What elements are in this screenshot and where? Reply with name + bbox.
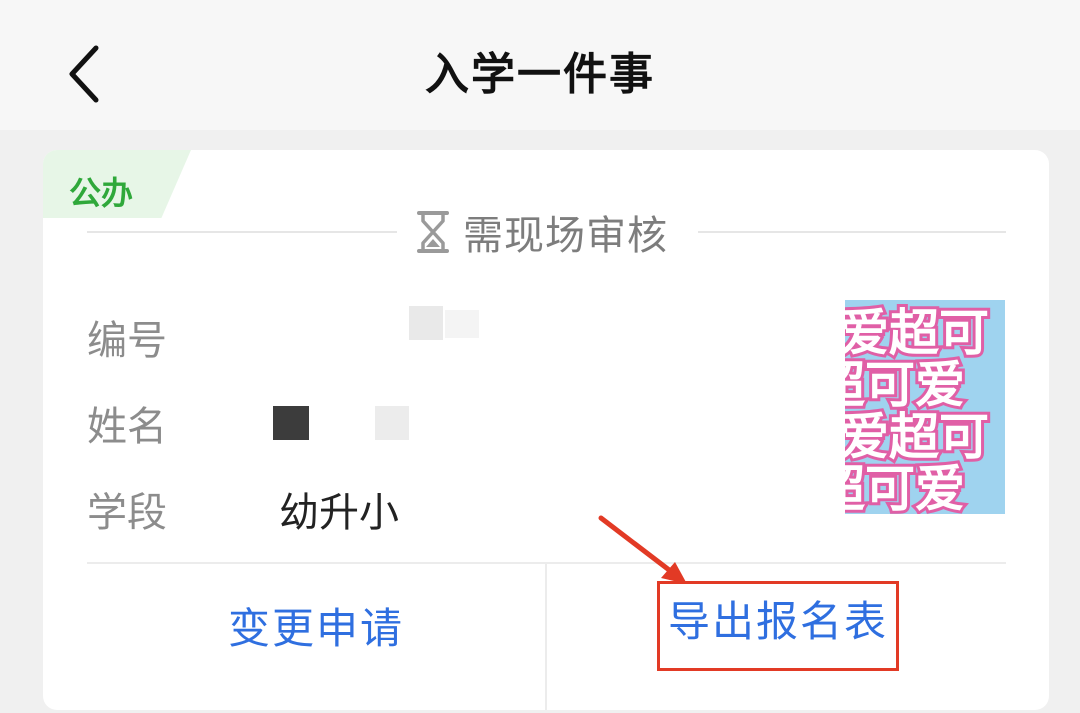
field-value-stage: 幼升小 (279, 490, 399, 536)
status-divider-left (87, 231, 397, 233)
masked-name-block (273, 406, 309, 440)
masked-name-block (375, 406, 409, 440)
review-status: 需现场审核 (413, 206, 668, 259)
field-label-name: 姓名 (87, 404, 167, 450)
masked-number-block (409, 306, 443, 340)
applicant-photo: 爱超可 超可爱 爱超可 超可爱 (845, 300, 1005, 514)
export-form-button[interactable]: 导出报名表 (657, 581, 899, 671)
photo-word-row: 爱超可 (845, 304, 989, 362)
status-text: 需现场审核 (463, 213, 668, 259)
photo-word-row: 爱超可 (845, 408, 989, 466)
hourglass-icon (417, 211, 449, 253)
photo-word-row: 超可爱 (845, 356, 965, 414)
actions-separator (545, 564, 547, 710)
change-request-button[interactable]: 变更申请 (87, 588, 545, 670)
page-title: 入学一件事 (425, 49, 655, 100)
application-card: 公办 需现场审核 编号 姓名 学段 幼升小 爱超可 超可爱 爱超可 超可爱 (43, 150, 1049, 710)
status-divider-right (698, 231, 1006, 233)
masked-number-block (445, 310, 479, 338)
nav-bar: 入学一件事 (0, 0, 1080, 130)
field-label-number: 编号 (87, 318, 167, 364)
field-label-stage: 学段 (87, 490, 167, 536)
photo-word-row: 超可爱 (845, 460, 965, 514)
school-type-label: 公办 (69, 174, 134, 212)
